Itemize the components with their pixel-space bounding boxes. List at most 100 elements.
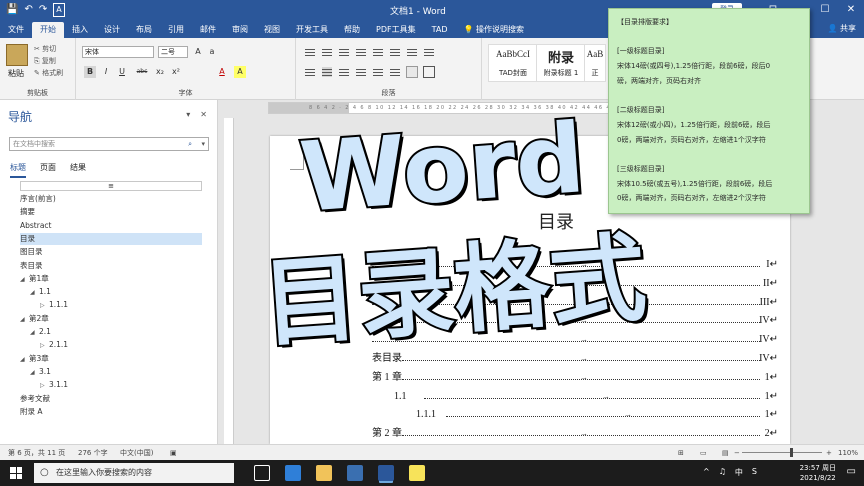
style-appendix-heading[interactable]: 附录 附录标题 1	[536, 44, 586, 82]
nav-options-icon[interactable]: ▾	[186, 110, 190, 119]
tab-mailings[interactable]: 邮件	[192, 22, 224, 38]
paste-icon[interactable]	[6, 44, 28, 66]
multilevel-list-icon[interactable]	[338, 46, 350, 58]
nav-heading-item[interactable]: 图目录	[20, 246, 202, 258]
search-icon[interactable]: ⌕	[188, 138, 192, 150]
task-view-icon[interactable]	[254, 465, 270, 481]
style-normal[interactable]: AaB 正	[584, 44, 606, 82]
zoom-slider[interactable]	[742, 452, 822, 453]
align-center-icon[interactable]	[321, 66, 333, 78]
language[interactable]: 中文(中国)	[120, 445, 153, 461]
toc-entry[interactable]: 第 1 章 → 1↵	[270, 371, 790, 385]
tab-help[interactable]: 帮助	[336, 22, 368, 38]
windows-start-icon[interactable]	[10, 467, 22, 479]
clock[interactable]: 23:57 周日 2021/8/22	[800, 463, 836, 483]
shrink-font-button[interactable]: a	[206, 46, 218, 58]
copy-button[interactable]: ⎘ 复制	[34, 56, 56, 66]
tab-review[interactable]: 审阅	[224, 22, 256, 38]
tab-file[interactable]: 文件	[0, 22, 32, 38]
expand-triangle-icon[interactable]: ◢	[20, 354, 29, 366]
nav-heading-item[interactable]: ▷ 2.1.1	[40, 339, 202, 351]
undo-button[interactable]: ↶	[24, 4, 32, 16]
font-color-quick-button[interactable]: A	[53, 3, 65, 17]
redo-button[interactable]: ↷	[39, 4, 47, 16]
sort-icon[interactable]	[406, 46, 418, 58]
expand-triangle-icon[interactable]: ◢	[30, 367, 39, 379]
store-icon[interactable]	[347, 465, 363, 481]
nav-heading-item[interactable]: ◢ 2.1	[30, 326, 202, 338]
nav-heading-item[interactable]: 序言(前言)	[20, 193, 202, 205]
tab-references[interactable]: 引用	[160, 22, 192, 38]
nav-heading-item[interactable]: 参考文献	[20, 393, 202, 405]
zoom-in-button[interactable]: +	[826, 445, 832, 461]
word-count[interactable]: 276 个字	[78, 445, 108, 461]
print-layout-icon[interactable]: ▭	[700, 445, 707, 461]
autosave-icon[interactable]: 💾	[6, 4, 18, 16]
distributed-icon[interactable]	[372, 66, 384, 78]
highlight-button[interactable]: A	[234, 66, 246, 78]
tab-design[interactable]: 设计	[96, 22, 128, 38]
font-name-select[interactable]: 宋体	[82, 46, 154, 58]
nav-heading-item[interactable]: 摘要	[20, 206, 202, 218]
nav-tab-headings[interactable]: 标题	[10, 162, 26, 178]
expand-triangle-icon[interactable]: ▷	[40, 340, 49, 352]
justify-icon[interactable]	[355, 66, 367, 78]
expand-triangle-icon[interactable]: ◢	[20, 274, 29, 286]
style-tad-cover[interactable]: AaBbCcI TAD封面	[488, 44, 538, 82]
close-button[interactable]: ✕	[838, 0, 864, 20]
tab-view[interactable]: 视图	[256, 22, 288, 38]
align-left-icon[interactable]	[304, 66, 316, 78]
share-button[interactable]: 👤 共享	[827, 23, 856, 34]
word-icon[interactable]	[378, 465, 394, 481]
tab-tad[interactable]: TAD	[424, 22, 456, 38]
nav-tab-pages[interactable]: 页面	[40, 162, 56, 178]
sticky-note[interactable]: 【目录排版要求】 [一级标题目录] 宋体14磅(或四号),1.25倍行距，段前6磅，…	[608, 8, 810, 214]
nav-heading-item[interactable]: ◢ 第3章	[20, 353, 202, 365]
nav-collapse-bar[interactable]: ≡	[20, 181, 202, 191]
bold-button[interactable]: B	[84, 66, 96, 78]
underline-button[interactable]: U	[116, 66, 128, 78]
notification-icon[interactable]: ▭	[847, 466, 856, 477]
italic-button[interactable]: I	[100, 66, 112, 78]
expand-triangle-icon[interactable]: ▷	[40, 300, 49, 312]
ime-sogou-icon[interactable]: S	[752, 467, 757, 478]
toc-entry[interactable]: 第 2 章 → 2↵	[270, 427, 790, 441]
bullets-icon[interactable]	[304, 46, 316, 58]
nav-heading-item[interactable]: ▷ 3.1.1	[40, 379, 202, 391]
sticky-icon[interactable]	[409, 465, 425, 481]
nav-heading-item[interactable]: ◢ 第2章	[20, 313, 202, 325]
format-painter-button[interactable]: ✎ 格式刷	[34, 68, 63, 78]
paste-button[interactable]: 粘贴	[8, 68, 24, 79]
volume-icon[interactable]: ♫	[719, 467, 726, 478]
toc-entry[interactable]: 1.1 → 1↵	[270, 390, 790, 404]
nav-heading-item[interactable]: Abstract	[20, 220, 202, 232]
tab-pdf-tools[interactable]: PDF工具集	[368, 22, 424, 38]
borders-icon[interactable]	[423, 66, 435, 78]
chevron-down-icon[interactable]: ▾	[201, 138, 205, 150]
zoom-out-button[interactable]: −	[734, 445, 740, 461]
grow-font-button[interactable]: A	[192, 46, 204, 58]
font-size-select[interactable]: 二号	[158, 46, 188, 58]
align-right-icon[interactable]	[338, 66, 350, 78]
nav-heading-item[interactable]: 表目录	[20, 260, 202, 272]
subscript-button[interactable]: x₂	[154, 66, 166, 78]
nav-heading-item[interactable]: 目录	[20, 232, 202, 245]
shading-icon[interactable]	[406, 66, 418, 78]
edge-icon[interactable]	[285, 465, 301, 481]
nav-heading-item[interactable]: ▷ 1.1.1	[40, 299, 202, 311]
expand-triangle-icon[interactable]: ◢	[20, 314, 29, 326]
maximize-button[interactable]: ☐	[812, 0, 838, 20]
chinese-layout-icon[interactable]	[389, 46, 401, 58]
tab-home[interactable]: 开始	[32, 22, 64, 38]
expand-triangle-icon[interactable]: ◢	[30, 327, 39, 339]
expand-triangle-icon[interactable]: ◢	[30, 287, 39, 299]
macro-icon[interactable]: ▣	[170, 445, 177, 461]
nav-search-input[interactable]: 在文档中搜索 ⌕ ▾	[9, 137, 209, 151]
vertical-ruler[interactable]	[224, 118, 234, 444]
superscript-button[interactable]: x²	[170, 66, 182, 78]
numbering-icon[interactable]	[321, 46, 333, 58]
ime-chinese-icon[interactable]: 中	[735, 467, 743, 478]
expand-triangle-icon[interactable]: ▷	[40, 380, 49, 392]
explorer-icon[interactable]	[316, 465, 332, 481]
decrease-indent-icon[interactable]	[355, 46, 367, 58]
